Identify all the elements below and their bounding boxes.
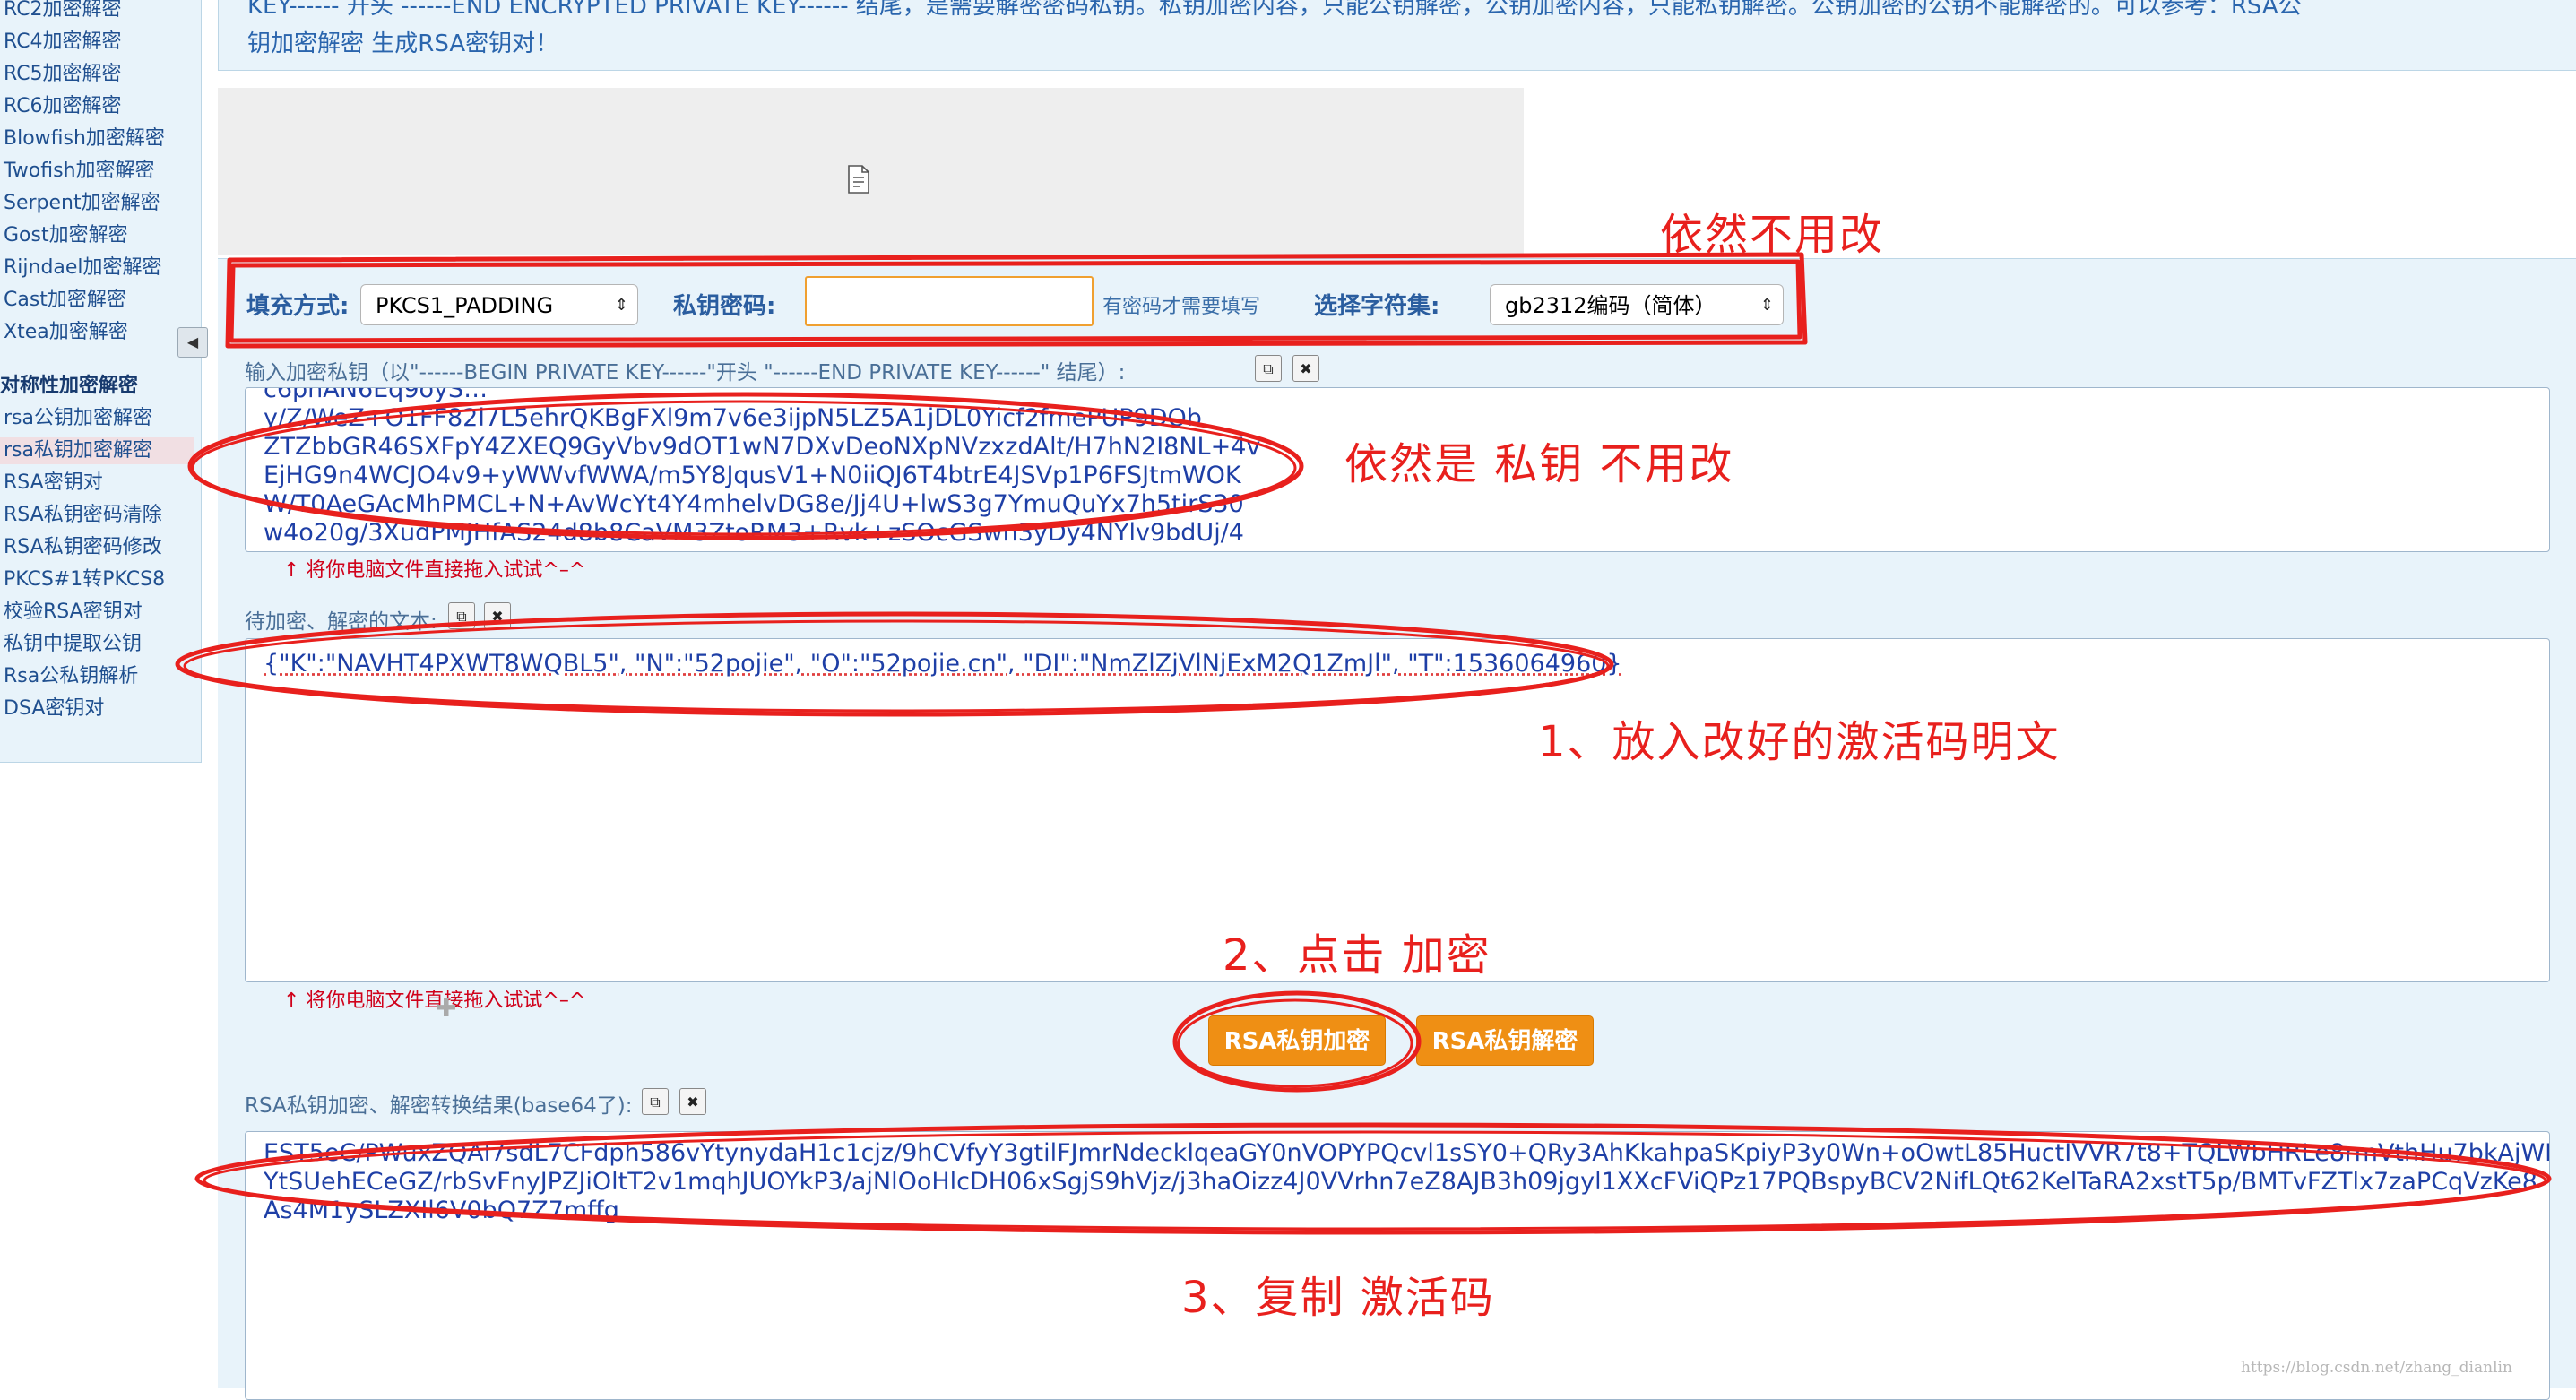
private-key-line: W/T0AeGAcMhPMCL+N+AvWcYt4Y4mhelvDG8e/Jj4… [264,490,1244,518]
private-key-line: EjHG9n4WCJO4v9+yWWvfWWA/m5Y8JqusV1+N0iiQ… [264,462,1241,489]
sidebar-section-title: 对称性加密解密 [0,373,138,400]
sidebar-item-gost[interactable]: Gost加密解密 [4,222,128,249]
sidebar-item-rsa-change-password[interactable]: RSA私钥密码修改 [4,534,162,561]
charset-label: 选择字符集: [1314,288,1439,321]
private-key-line: c6pnAN6Eq9oyS… [264,387,488,403]
private-key-line: y/Z/WeZ+O1FF82l7L5ehrQKBgFXl9m7v6e3ijpN5… [264,404,1202,432]
annotation-step2: 2、点击 加密 [1223,920,1491,982]
plaintext-drop-hint: ↑ 将你电脑文件直接拖入试试^–^ [283,984,585,1013]
decrypt-button[interactable]: RSA私钥解密 [1416,1015,1594,1066]
sidebar-item-rc4[interactable]: RC4加密解密 [4,29,122,56]
sidebar-item-rc2[interactable]: RC2加密解密 [4,0,122,23]
result-line: As4M1ySLZXIl6V0bQ7Z7mffg [264,1197,619,1224]
annotation-step3: 3、复制 激活码 [1181,1262,1495,1325]
padding-select-value: PKCS1_PADDING [376,293,553,318]
notice-line-2: 钥加密解密 生成RSA密钥对！ [247,25,558,58]
sidebar-item-rijndael[interactable]: Rijndael加密解密 [4,255,162,281]
password-hint: 有密码才需要填写 [1102,290,1260,319]
sidebar-item-rc6[interactable]: RC6加密解密 [4,93,122,120]
copy-icon[interactable]: ⧉ [448,602,475,629]
puzzle-piece-icon: ✚ [436,993,462,1020]
plaintext-value: {"K":"NAVHT4PXWT8WQBL5", "N":"52pojie", … [264,650,1622,678]
copy-icon[interactable]: ⧉ [642,1088,669,1115]
sidebar-item-verify-keypair[interactable]: 校验RSA密钥对 [4,599,143,626]
password-label: 私钥密码: [673,288,775,321]
private-key-label: 输入加密私钥（以"------BEGIN PRIVATE KEY------"开… [245,355,1125,385]
notice-line-1: KEY------ 开头 ------END ENCRYPTED PRIVATE… [247,0,2302,21]
sidebar-item-serpent[interactable]: Serpent加密解密 [4,190,160,217]
ad-placeholder [218,88,1524,255]
sidebar-item-rsa-private[interactable]: rsa私钥加密解密 [0,437,194,464]
updown-arrows-icon: ⇕ [1760,285,1774,326]
padding-label: 填充方式: [246,288,349,321]
sidebar-item-cast[interactable]: Cast加密解密 [4,287,126,314]
copy-icon[interactable]: ⧉ [1255,355,1282,382]
sidebar-item-xtea[interactable]: Xtea加密解密 [4,319,128,346]
password-input[interactable] [805,276,1094,326]
sidebar: RC2加密解密 RC4加密解密 RC5加密解密 RC6加密解密 Blowfish… [0,0,202,763]
annotation-no-change: 依然不用改 [1660,199,1884,262]
updown-arrows-icon: ⇕ [615,285,628,326]
document-icon [847,165,870,194]
sidebar-item-blowfish[interactable]: Blowfish加密解密 [4,125,165,152]
sidebar-item-key-parse[interactable]: Rsa公私钥解析 [4,663,138,690]
padding-select[interactable]: PKCS1_PADDING ⇕ [360,284,638,325]
sidebar-item-rsa-keypair[interactable]: RSA密钥对 [4,470,103,497]
close-icon[interactable]: ✖ [484,602,511,629]
private-key-line: w4o20g/3XudPMJHfAS24d8b8CaVM3ZtoRM3+Rvk+… [264,519,1244,547]
sidebar-item-pkcs1-to-pkcs8[interactable]: PKCS#1转PKCS8 [4,566,165,593]
sidebar-item-dsa-keypair[interactable]: DSA密钥对 [4,696,104,722]
sidebar-item-rsa-clear-password[interactable]: RSA私钥密码清除 [4,502,162,529]
close-icon[interactable]: ✖ [1292,355,1319,382]
private-key-drop-hint: ↑ 将你电脑文件直接拖入试试^–^ [283,554,585,583]
encrypt-button[interactable]: RSA私钥加密 [1208,1015,1386,1066]
private-key-line: ZTZbbGR46SXFpY4ZXEQ9GyVbv9dOT1wN7DXvDeoN… [264,433,1260,461]
plaintext-label: 待加密、解密的文本: [245,604,437,635]
sidebar-item-twofish[interactable]: Twofish加密解密 [4,158,155,185]
close-icon[interactable]: ✖ [679,1088,706,1115]
annotation-key-no-change: 依然是 私钥 不用改 [1344,428,1734,491]
notice-panel: KEY------ 开头 ------END ENCRYPTED PRIVATE… [218,0,2576,71]
sidebar-item-rsa-public[interactable]: rsa公钥加密解密 [4,405,152,432]
charset-select-value: gb2312编码（简体） [1505,293,1716,318]
result-label: RSA私钥加密、解密转换结果(base64了): [245,1088,633,1119]
result-line: EST5eC/PWuxZQAl7sdL7CFdph586vYtynydaH1c1… [264,1139,2550,1167]
sidebar-item-extract-public[interactable]: 私钥中提取公钥 [4,631,142,658]
watermark: https://blog.csdn.net/zhang_dianlin [2241,1359,2512,1377]
annotation-step1: 1、放入改好的激活码明文 [1538,706,2061,769]
collapse-sidebar-button[interactable]: ◀ [177,327,208,358]
sidebar-item-rc5[interactable]: RC5加密解密 [4,61,122,88]
charset-select[interactable]: gb2312编码（简体） ⇕ [1490,284,1784,325]
result-line: YtSUehECeGZ/rbSvFnyJPZJiOltT2v1mqhJUOYkP… [264,1168,2537,1196]
